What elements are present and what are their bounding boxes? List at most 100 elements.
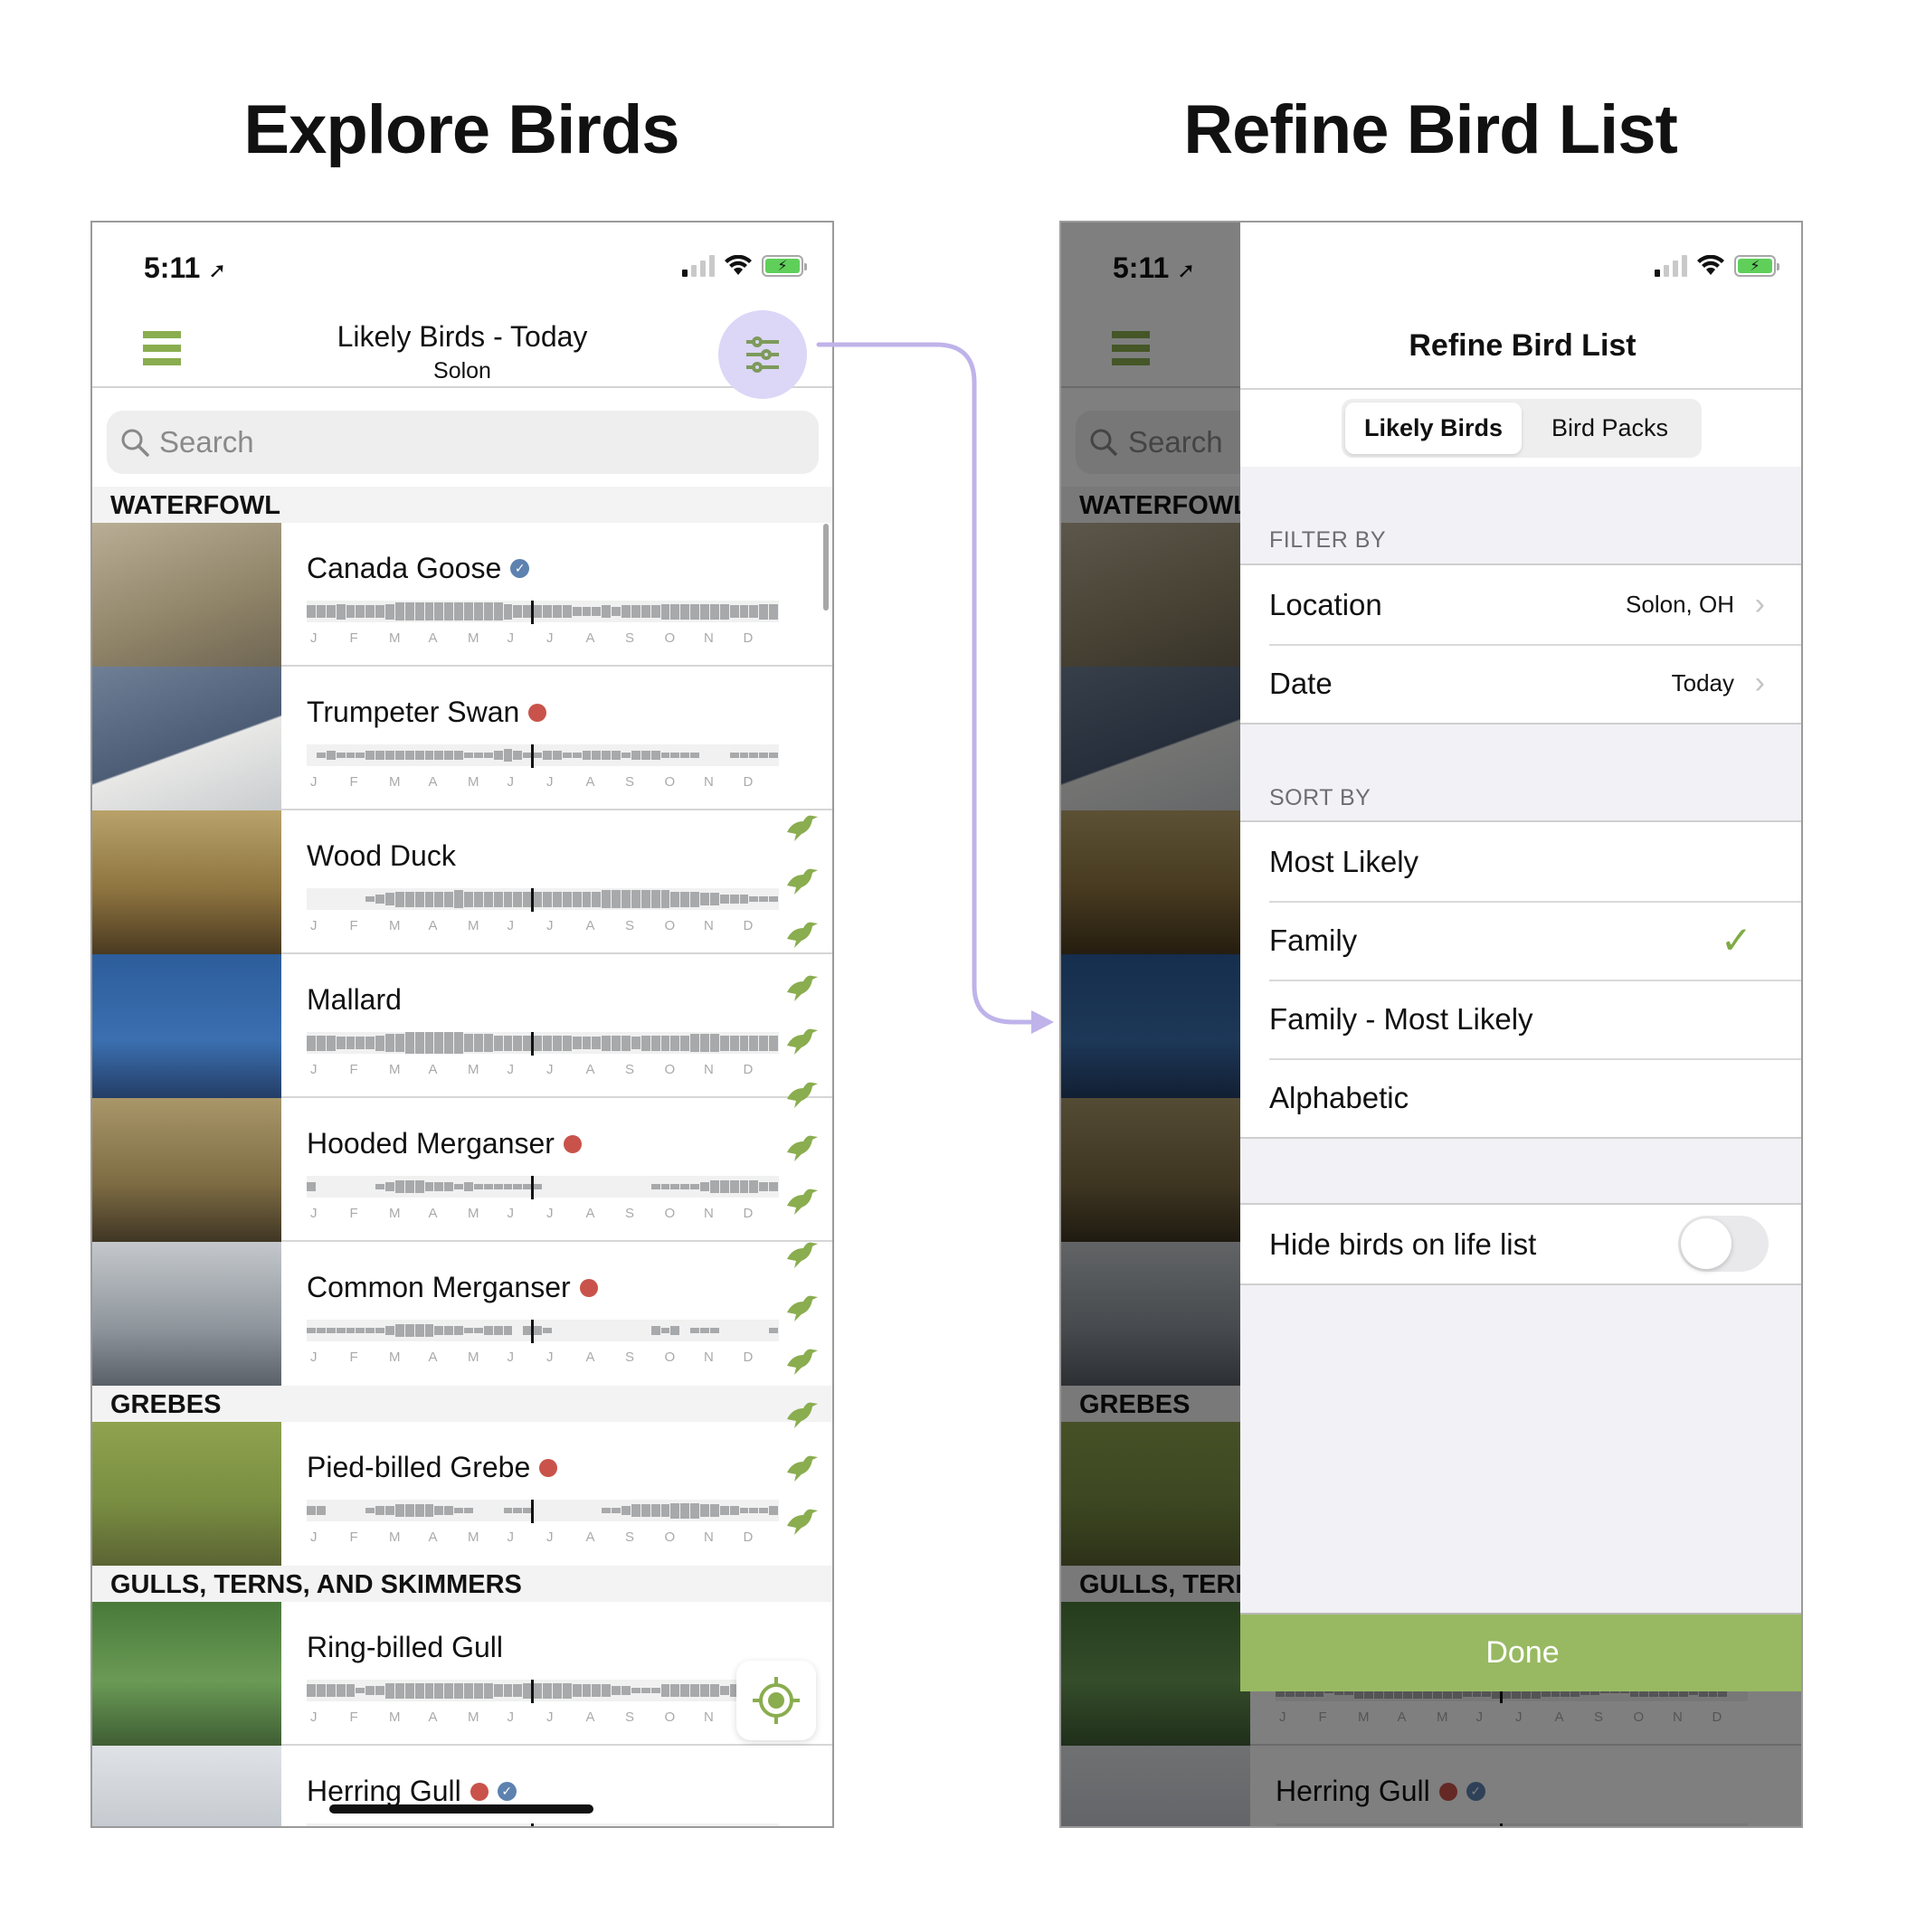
frequency-segment [473, 752, 483, 759]
search-bar[interactable] [107, 411, 819, 474]
bird-photo [92, 1746, 281, 1826]
frequency-segment [375, 1506, 384, 1515]
filter-location-row[interactable]: Location Solon, OH › [1240, 565, 1801, 644]
month-label: M [389, 1206, 401, 1221]
month-label: J [546, 1709, 554, 1725]
frequency-segment [769, 895, 778, 903]
frequency-segment [690, 1033, 699, 1053]
wren-silhouette-icon[interactable] [783, 1289, 820, 1335]
frequency-segment [503, 1326, 513, 1335]
frequency-segment [385, 1682, 394, 1699]
current-date-marker [531, 1500, 534, 1523]
sort-option-family[interactable]: Family ✓ [1240, 901, 1801, 980]
bird-list-row[interactable]: Hooded Merganser J F M A M J J A S O N D [92, 1098, 832, 1242]
frequency-segment [631, 889, 640, 909]
corvid-silhouette-icon[interactable] [783, 1182, 820, 1228]
dove-silhouette-icon[interactable] [783, 969, 820, 1015]
frequency-segment [582, 891, 592, 907]
filter-date-row[interactable]: Date Today › [1240, 644, 1801, 723]
frequency-segment [543, 751, 552, 760]
frequency-segment [444, 601, 454, 621]
month-label: N [704, 1530, 714, 1545]
frequency-segment [346, 752, 356, 759]
bird-list-row[interactable]: Herring Gull ✓ [92, 1746, 832, 1826]
frequency-segment [562, 752, 572, 759]
heron-silhouette-icon[interactable] [783, 915, 820, 961]
bird-list-row[interactable]: Common Merganser J F M A M J J A S O N D [92, 1242, 832, 1386]
locate-me-button[interactable] [736, 1661, 816, 1740]
month-label: S [625, 1062, 635, 1077]
perching-bird-silhouette-icon[interactable] [783, 1342, 820, 1388]
frequency-segment [503, 1507, 513, 1514]
panel-status-bar: ⚡ [1240, 223, 1801, 313]
frequency-segment [612, 1686, 621, 1695]
finch-silhouette-icon[interactable] [783, 1449, 820, 1495]
sparrow-silhouette-icon[interactable] [783, 1396, 820, 1442]
month-label: S [625, 1709, 635, 1725]
frequency-segment [316, 1327, 326, 1334]
segment-bird-packs[interactable]: Bird Packs [1522, 402, 1698, 454]
frequency-segment [424, 601, 434, 621]
duck-silhouette-icon[interactable] [783, 809, 820, 855]
thrush-silhouette-icon[interactable] [783, 1236, 820, 1282]
hide-life-list-toggle[interactable] [1678, 1216, 1769, 1272]
bird-name: Common Merganser [307, 1271, 598, 1304]
frequency-segment [444, 891, 454, 907]
bird-list-row[interactable]: Canada Goose ✓ J F M A M J J A S O N D [92, 523, 832, 667]
frequency-segment [562, 891, 572, 907]
frequency-segment [660, 603, 670, 620]
frequency-segment [719, 1506, 729, 1515]
bird-list-row[interactable]: Trumpeter Swan J F M A M J J A S O N D [92, 667, 832, 810]
month-label: F [349, 1062, 358, 1077]
swallow-silhouette-icon[interactable] [783, 1129, 820, 1175]
wifi-icon [725, 255, 752, 275]
frequency-segment [473, 1327, 483, 1334]
bird-list-row[interactable]: Wood Duck J F M A M J J A S O N D [92, 810, 832, 954]
frequency-segment [543, 1035, 552, 1051]
month-label: F [349, 630, 358, 646]
frequency-segment [385, 1182, 394, 1191]
frequency-segment [543, 1682, 552, 1699]
bird-list-row[interactable]: Ring-billed GullJFMAMJJASOND [92, 1602, 832, 1746]
month-label: F [349, 1530, 358, 1545]
month-label: F [349, 918, 358, 933]
bird-list-row[interactable]: Mallard J F M A M J J A S O N D [92, 954, 832, 1098]
sort-option-family-most-likely[interactable]: Family - Most Likely [1240, 980, 1801, 1058]
hummingbird-silhouette-icon[interactable] [783, 1075, 820, 1122]
sort-option-most-likely[interactable]: Most Likely [1240, 822, 1801, 901]
month-label: M [468, 918, 479, 933]
frequency-segment [444, 1682, 454, 1699]
raptor-silhouette-icon[interactable] [783, 1022, 820, 1068]
frequency-segment [660, 1504, 670, 1517]
sort-option-alphabetic[interactable]: Alphabetic [1240, 1058, 1801, 1137]
frequency-segment [414, 891, 424, 907]
section-header: WATERFOWL [92, 487, 832, 523]
frequency-bar-chart [307, 1823, 779, 1826]
frequency-segment [650, 751, 660, 760]
frequency-segment [602, 889, 612, 909]
segment-likely-birds[interactable]: Likely Birds [1345, 402, 1522, 454]
frequency-segment [316, 752, 326, 759]
warbler-silhouette-icon[interactable] [783, 1502, 820, 1548]
frequency-segment [346, 1037, 356, 1049]
done-button[interactable]: Done [1240, 1613, 1801, 1691]
refine-filter-button[interactable] [718, 310, 807, 399]
month-label: O [664, 630, 676, 646]
scroll-indicator[interactable] [823, 524, 829, 611]
rare-bird-dot-icon [528, 703, 547, 722]
search-input[interactable] [159, 425, 702, 459]
month-label: J [546, 1350, 554, 1365]
month-label: S [625, 1350, 635, 1365]
frequency-segment [365, 1686, 375, 1695]
frequency-segment [543, 605, 552, 618]
bird-list-row[interactable]: Pied-billed Grebe J F M A M J J A S O N D [92, 1422, 832, 1566]
frequency-segment [513, 751, 523, 760]
month-label: S [625, 918, 635, 933]
frequency-segment [582, 607, 592, 616]
frequency-segment [316, 1684, 326, 1697]
frequency-segment [680, 891, 690, 907]
month-label: J [310, 918, 318, 933]
family-index-bar[interactable] [778, 809, 825, 1548]
shorebird-silhouette-icon[interactable] [783, 862, 820, 908]
bird-list[interactable]: WATERFOWL Canada Goose ✓ J F M A M J J A S O N D Trumpe… [92, 487, 832, 1826]
